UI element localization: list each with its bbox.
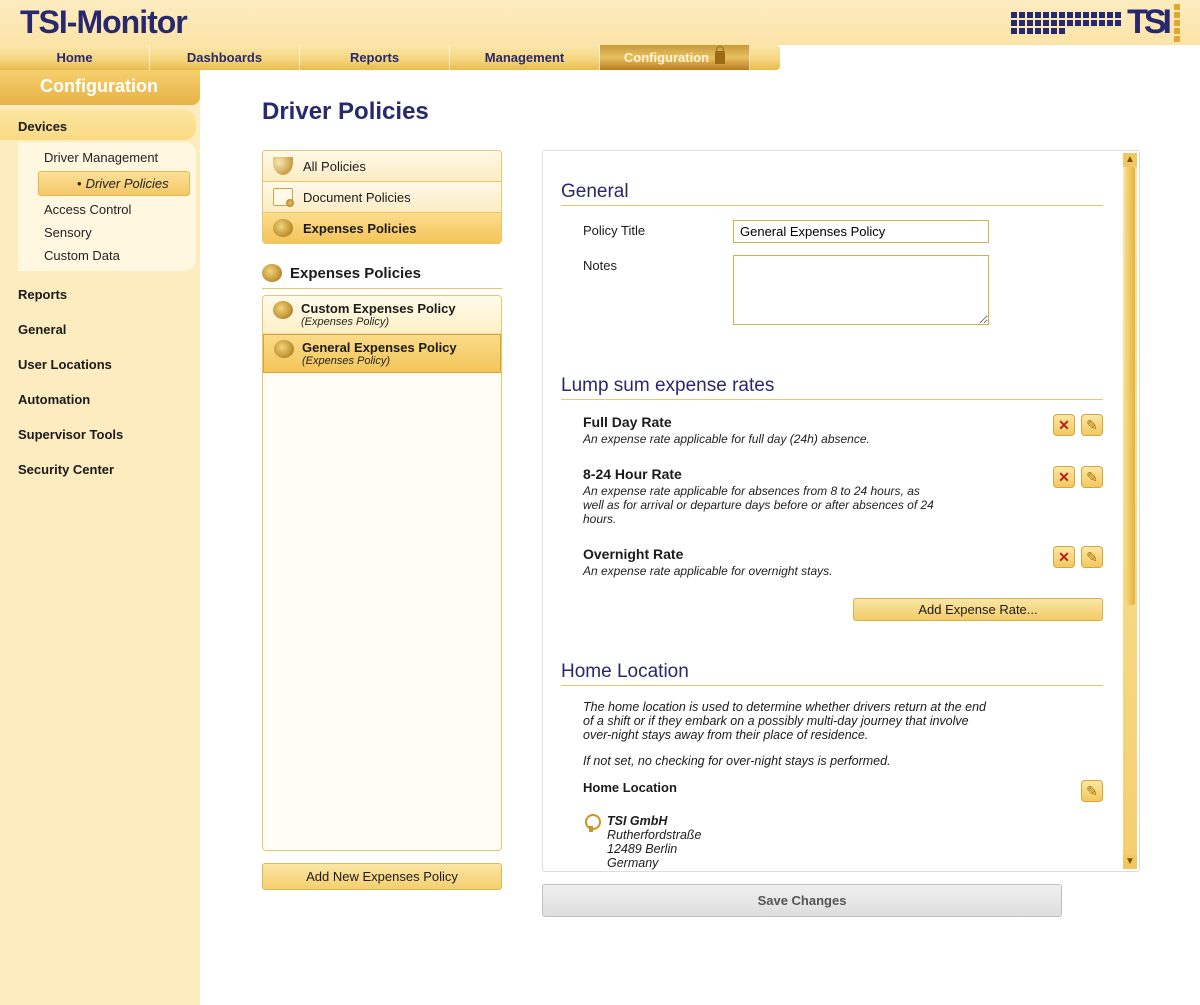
rate-desc: An expense rate applicable for absences … (583, 484, 943, 526)
home-location-name: TSI GmbH (607, 814, 701, 828)
policy-type-expenses[interactable]: Expenses Policies (263, 213, 501, 243)
sidebar-link-general[interactable]: General (0, 312, 200, 347)
edit-rate-button[interactable]: ✎ (1081, 546, 1103, 568)
policy-item-title: General Expenses Policy (302, 340, 457, 355)
nav-reports[interactable]: Reports (300, 45, 450, 70)
sidebar-link-supervisor-tools[interactable]: Supervisor Tools (0, 417, 200, 452)
sidebar-item-driver-policies[interactable]: Driver Policies (38, 171, 190, 196)
policy-item-subtitle: (Expenses Policy) (302, 355, 457, 367)
sidebar-group-devices[interactable]: Devices (0, 109, 196, 140)
sidebar-link-reports[interactable]: Reports (0, 277, 200, 312)
delete-rate-button[interactable]: ✕ (1053, 546, 1075, 568)
rate-title: Overnight Rate (583, 546, 1043, 562)
nav-configuration-label: Configuration (624, 50, 709, 65)
nav-home[interactable]: Home (0, 45, 150, 70)
scroll-thumb[interactable] (1125, 167, 1135, 605)
policy-title-label: Policy Title (583, 220, 703, 238)
scroll-down-icon[interactable]: ▼ (1123, 855, 1137, 869)
home-blurb1: The home location is used to determine w… (561, 700, 991, 754)
policy-item-title: Custom Expenses Policy (301, 301, 456, 316)
delete-rate-button[interactable]: ✕ (1053, 466, 1075, 488)
home-blurb2: If not set, no checking for over-night s… (561, 754, 991, 780)
sidebar-link-user-locations[interactable]: User Locations (0, 347, 200, 382)
home-location-block: TSI GmbH Rutherfordstraße 12489 Berlin G… (561, 814, 1103, 870)
rate-desc: An expense rate applicable for full day … (583, 432, 943, 446)
sidebar-subgroup-devices: Driver Management Driver Policies Access… (18, 142, 196, 271)
shield-icon (273, 157, 293, 175)
policy-list: Custom Expenses Policy (Expenses Policy)… (262, 295, 502, 851)
expenses-icon (274, 340, 294, 358)
sidebar-item-custom-data[interactable]: Custom Data (18, 244, 196, 267)
detail-panel: General Policy Title Notes Lump sum expe… (542, 150, 1140, 872)
policy-item-general[interactable]: General Expenses Policy (Expenses Policy… (263, 334, 501, 373)
brand-text: TSI (1127, 3, 1168, 42)
app-title: TSI-Monitor (20, 4, 187, 41)
nav-management[interactable]: Management (450, 45, 600, 70)
sidebar-item-sensory[interactable]: Sensory (18, 221, 196, 244)
policy-type-label: All Policies (303, 159, 366, 174)
policy-panel-header: Expenses Policies (262, 262, 502, 289)
detail-scrollbar[interactable]: ▲ ▼ (1123, 153, 1137, 869)
sidebar-link-automation[interactable]: Automation (0, 382, 200, 417)
nav-dashboards[interactable]: Dashboards (150, 45, 300, 70)
policy-type-all[interactable]: All Policies (263, 151, 501, 182)
expenses-icon (262, 264, 282, 282)
rate-desc: An expense rate applicable for overnight… (583, 564, 943, 578)
policy-item-custom[interactable]: Custom Expenses Policy (Expenses Policy) (263, 296, 501, 334)
policy-item-subtitle: (Expenses Policy) (301, 316, 456, 328)
add-expense-rate-button[interactable]: Add Expense Rate... (853, 598, 1103, 621)
brand-dots-icon (1011, 12, 1121, 34)
main-content: Driver Policies All Policies Document Po… (200, 70, 1200, 1005)
brand-bars-icon (1174, 4, 1180, 42)
edit-home-location-button[interactable]: ✎ (1081, 780, 1103, 802)
sidebar-link-security-center[interactable]: Security Center (0, 452, 200, 487)
policy-type-list: All Policies Document Policies Expenses … (262, 150, 502, 244)
policy-notes-label: Notes (583, 255, 703, 273)
add-expenses-policy-button[interactable]: Add New Expenses Policy (262, 863, 502, 890)
pin-icon (583, 814, 599, 832)
rate-item-overnight: Overnight Rate An expense rate applicabl… (583, 546, 1103, 578)
edit-rate-button[interactable]: ✎ (1081, 466, 1103, 488)
rate-title: 8-24 Hour Rate (583, 466, 1043, 482)
home-location-city: 12489 Berlin (607, 842, 701, 856)
top-nav: Home Dashboards Reports Management Confi… (0, 45, 780, 70)
home-location-country: Germany (607, 856, 701, 870)
policy-type-label: Expenses Policies (303, 221, 416, 236)
save-changes-button[interactable]: Save Changes (542, 884, 1062, 917)
policy-panel-title: Expenses Policies (290, 265, 421, 282)
sidebar-section-title: Configuration (0, 70, 200, 105)
policy-title-input[interactable] (733, 220, 989, 243)
sidebar-item-access-control[interactable]: Access Control (18, 198, 196, 221)
home-location-label: Home Location (583, 780, 677, 802)
lock-icon (715, 51, 725, 64)
section-rates-title: Lump sum expense rates (561, 375, 1103, 400)
delete-rate-button[interactable]: ✕ (1053, 414, 1075, 436)
edit-rate-button[interactable]: ✎ (1081, 414, 1103, 436)
rate-item-full-day: Full Day Rate An expense rate applicable… (583, 414, 1103, 446)
home-location-street: Rutherfordstraße (607, 828, 701, 842)
document-icon (273, 188, 293, 206)
sidebar-item-driver-management[interactable]: Driver Management (18, 146, 196, 169)
section-home-title: Home Location (561, 661, 1103, 686)
policy-notes-input[interactable] (733, 255, 989, 325)
policy-type-document[interactable]: Document Policies (263, 182, 501, 213)
sidebar: Configuration Devices Driver Management … (0, 70, 200, 1005)
nav-configuration[interactable]: Configuration (600, 45, 750, 70)
scroll-up-icon[interactable]: ▲ (1123, 153, 1137, 167)
policy-type-label: Document Policies (303, 190, 411, 205)
section-general-title: General (561, 181, 1103, 206)
page-title: Driver Policies (262, 98, 1140, 126)
brand-logo: TSI (930, 3, 1180, 43)
expenses-icon (273, 219, 293, 237)
expenses-icon (273, 301, 293, 319)
app-header: TSI-Monitor TSI (0, 0, 1200, 45)
rate-item-8-24: 8-24 Hour Rate An expense rate applicabl… (583, 466, 1103, 526)
rate-title: Full Day Rate (583, 414, 1043, 430)
